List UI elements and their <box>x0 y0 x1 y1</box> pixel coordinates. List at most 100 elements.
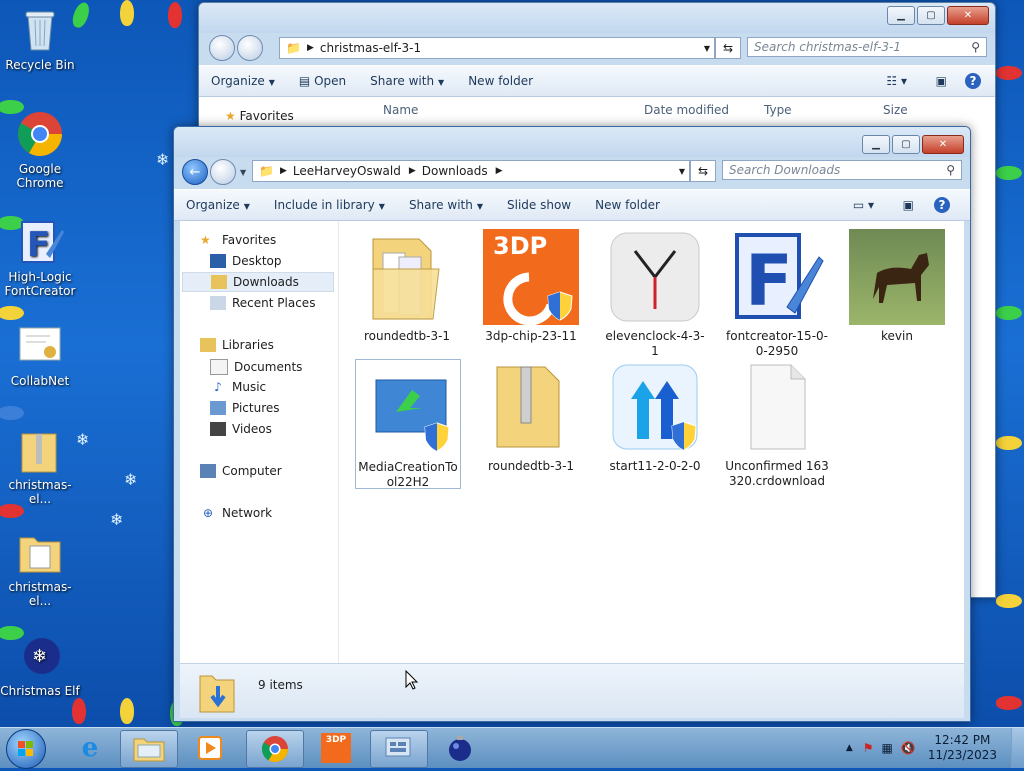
nav-music[interactable]: ♪ Music <box>210 380 266 394</box>
taskbar-file-explorer[interactable] <box>120 730 178 768</box>
minimize-button[interactable]: ▁ <box>887 6 915 25</box>
desktop-icon-google-chrome[interactable]: Google Chrome <box>0 110 80 190</box>
nav-desktop[interactable]: Desktop <box>210 254 282 268</box>
back-button[interactable]: ← <box>182 159 208 185</box>
desktop-icon-fontcreator[interactable]: F High-Logic FontCreator <box>0 218 80 298</box>
organize-menu[interactable]: Organize ▼ <box>199 74 287 88</box>
desktop-icon-christmas-el-2[interactable]: christmas-el... <box>0 528 80 608</box>
open-button[interactable]: ▤ Open <box>287 74 358 88</box>
nav-downloads[interactable]: Downloads <box>182 272 334 292</box>
breadcrumb-segment[interactable]: christmas-elf-3-1 <box>320 41 421 55</box>
maximize-button[interactable]: ▢ <box>892 135 920 154</box>
slide-show-button[interactable]: Slide show <box>495 198 583 212</box>
view-options-icon[interactable]: ▭ ▾ <box>853 198 874 212</box>
preview-pane-icon[interactable]: ▣ <box>936 74 947 88</box>
light-bulb-decoration <box>996 166 1022 180</box>
taskbar-christmas-elf[interactable] <box>432 730 488 766</box>
preview-pane-icon[interactable]: ▣ <box>903 198 914 212</box>
column-header-type[interactable]: Type <box>764 103 792 117</box>
taskbar-internet-explorer[interactable]: e <box>62 730 118 766</box>
file-list: roundedtb-3-1 3DP 3dp-chip-23-11 elevenc… <box>339 221 964 663</box>
file-item[interactable]: Unconfirmed 163320.crdownload <box>725 359 829 489</box>
light-bulb-decoration <box>996 306 1022 320</box>
desktop-icon-christmas-elf[interactable]: ❄ Christmas Elf <box>0 632 80 698</box>
nav-recent-places[interactable]: Recent Places <box>210 296 315 310</box>
nav-videos[interactable]: Videos <box>210 422 272 436</box>
title-bar[interactable] <box>174 127 970 157</box>
help-icon[interactable]: ? <box>965 73 981 89</box>
nav-favorites[interactable]: ★ Favorites <box>200 233 276 247</box>
column-header-date[interactable]: Date modified <box>644 103 729 117</box>
desktop-icon-recycle-bin[interactable]: Recycle Bin <box>0 6 80 72</box>
forward-button[interactable] <box>237 35 263 61</box>
column-header-name[interactable]: Name <box>383 103 418 117</box>
file-item[interactable]: kevin <box>845 229 949 344</box>
file-item[interactable]: roundedtb-3-1 <box>479 359 583 474</box>
title-bar[interactable] <box>199 3 995 33</box>
nav-pictures[interactable]: Pictures <box>210 401 280 415</box>
file-item[interactable]: roundedtb-3-1 <box>355 229 459 344</box>
help-icon[interactable]: ? <box>934 197 950 213</box>
view-options-icon[interactable]: ☷ ▾ <box>886 74 907 88</box>
clock-date: 11/23/2023 <box>927 748 997 762</box>
new-folder-button[interactable]: New folder <box>456 74 545 88</box>
file-item[interactable]: start11-2-0-2-0 <box>603 359 707 474</box>
taskbar-3dp-chip[interactable]: 3DP <box>308 730 364 766</box>
refresh-button[interactable]: ⇆ <box>690 160 716 182</box>
recent-pages-dropdown[interactable]: ▼ <box>240 168 246 177</box>
nav-favorites[interactable]: ★ Favorites <box>225 109 294 123</box>
nav-computer[interactable]: Computer <box>200 464 282 478</box>
file-item[interactable]: F fontcreator-15-0-0-2950 <box>725 229 829 359</box>
clock[interactable]: 12:42 PM 11/23/2023 <box>928 733 997 763</box>
start-button[interactable] <box>6 729 46 769</box>
maximize-button[interactable]: ▢ <box>917 6 945 25</box>
address-bar[interactable]: 📁 ▶ christmas-elf-3-1 ▼ <box>279 37 715 59</box>
file-name: fontcreator-15-0-0-2950 <box>726 329 828 358</box>
search-input[interactable]: Search christmas-elf-3-1 ⚲ <box>747 37 987 57</box>
address-bar[interactable]: 📁 ▶ LeeHarveyOswald ▶ Downloads ▶ ▼ <box>252 160 690 182</box>
show-hidden-icons-button[interactable]: ▲ <box>846 743 853 753</box>
minimize-button[interactable]: ▁ <box>862 135 890 154</box>
taskbar-control-panel[interactable] <box>370 730 428 768</box>
volume-muted-icon[interactable]: 🔇 <box>901 741 916 755</box>
include-in-library-menu[interactable]: Include in library ▼ <box>262 198 397 212</box>
desktop-icon-christmas-el-1[interactable]: christmas-el... <box>0 426 80 506</box>
taskbar-google-chrome[interactable] <box>246 730 304 768</box>
column-header-size[interactable]: Size <box>883 103 908 117</box>
media-player-icon <box>198 736 222 760</box>
file-item[interactable]: 3DP 3dp-chip-23-11 <box>479 229 583 344</box>
file-item[interactable]: elevenclock-4-3-1 <box>603 229 707 359</box>
action-center-flag-icon[interactable]: ⚑ <box>863 741 874 755</box>
show-desktop-button[interactable] <box>1011 728 1024 768</box>
search-input[interactable]: Search Downloads ⚲ <box>722 160 962 180</box>
network-status-icon[interactable]: ▦ <box>882 741 893 755</box>
nav-libraries[interactable]: Libraries <box>200 338 274 352</box>
nav-network[interactable]: ⊕ Network <box>200 506 272 520</box>
pictures-icon <box>210 401 226 415</box>
refresh-button[interactable]: ⇆ <box>715 37 741 59</box>
share-with-menu[interactable]: Share with ▼ <box>358 74 456 88</box>
desktop-icon-label: CollabNet <box>10 374 70 388</box>
item-count: 9 items <box>258 678 303 692</box>
desktop-icon-label: Recycle Bin <box>5 58 75 72</box>
chevron-down-icon[interactable]: ▼ <box>704 44 710 53</box>
light-bulb-decoration <box>996 594 1022 608</box>
desktop-icon-collabnet[interactable]: CollabNet <box>0 322 80 388</box>
organize-menu[interactable]: Organize ▼ <box>174 198 262 212</box>
breadcrumb-segment[interactable]: LeeHarveyOswald <box>293 164 401 178</box>
libraries-icon <box>200 338 216 352</box>
chevron-right-icon: ▶ <box>306 43 314 53</box>
back-button[interactable] <box>209 35 235 61</box>
nav-documents[interactable]: Documents <box>210 359 302 375</box>
forward-button[interactable] <box>210 159 236 185</box>
close-button[interactable]: ✕ <box>922 135 964 154</box>
file-item[interactable]: MediaCreationTool22H2 <box>355 359 461 489</box>
share-with-menu[interactable]: Share with ▼ <box>397 198 495 212</box>
taskbar-media-player[interactable] <box>182 730 238 766</box>
new-folder-button[interactable]: New folder <box>583 198 672 212</box>
close-button[interactable]: ✕ <box>947 6 989 25</box>
refresh-icon: ⇆ <box>697 164 709 178</box>
explorer-window-downloads[interactable]: ▁ ▢ ✕ ← ▼ 📁 ▶ LeeHarveyOswald ▶ Download… <box>173 126 971 722</box>
breadcrumb-segment[interactable]: Downloads <box>422 164 488 178</box>
chevron-down-icon[interactable]: ▼ <box>679 167 685 176</box>
